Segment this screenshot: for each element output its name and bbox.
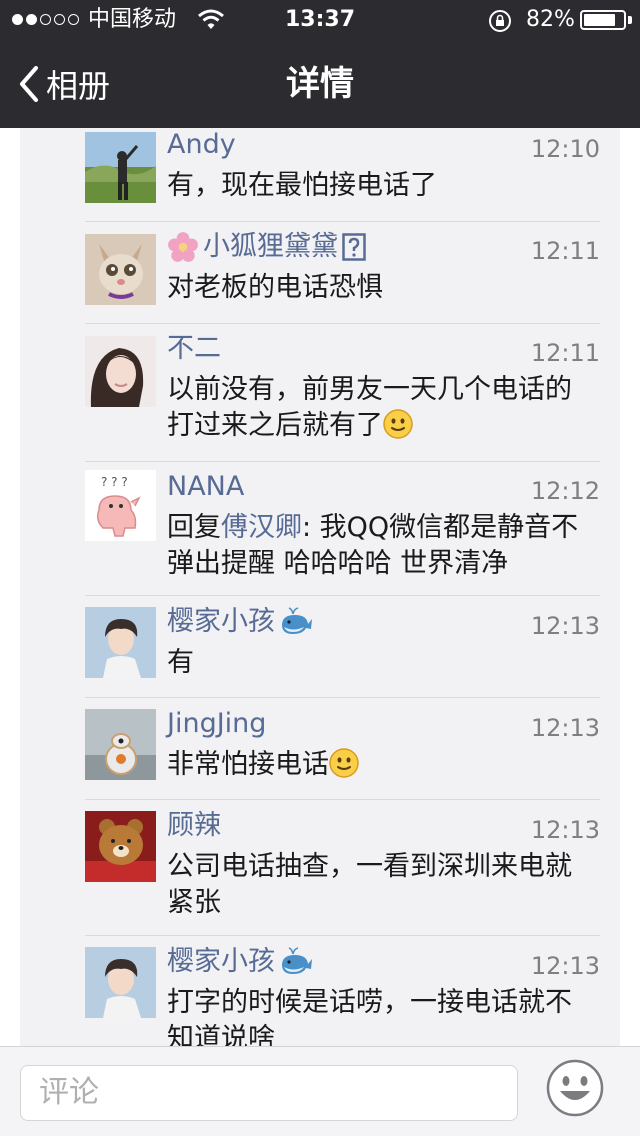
divider <box>85 461 600 462</box>
comment-author[interactable]: 不二 <box>167 332 221 366</box>
comment-time: 12:13 <box>530 952 600 980</box>
navigation-bar: 相册 详情 <box>0 40 640 128</box>
comment-item: 樱家小孩 12:13 打字的时候是话唠，一接电话就不知道说啥 <box>85 945 600 1046</box>
page-title: 详情 <box>286 64 354 104</box>
emoji-button-icon[interactable] <box>546 1059 604 1117</box>
whale-icon <box>282 607 312 634</box>
divider <box>85 935 600 936</box>
comment-input-bar: 评论 <box>0 1046 640 1136</box>
comment-input[interactable]: 评论 <box>20 1065 518 1121</box>
comment-time: 12:11 <box>530 237 600 265</box>
comment-text: 非常怕接电话 <box>167 747 597 783</box>
rotation-lock-icon <box>489 10 511 32</box>
battery-icon <box>580 10 626 30</box>
smile-emoji-icon <box>383 409 413 439</box>
comment-text: 打字的时候是话唠，一接电话就不知道说啥 <box>167 987 572 1046</box>
divider <box>85 595 600 596</box>
reply-target-name[interactable]: 傅汉卿 <box>221 512 302 543</box>
comment-item: ? ? ? NANA 12:12 回复傅汉卿: 我QQ微信都是静音不弹出提醒 哈… <box>85 470 600 598</box>
divider <box>85 697 600 698</box>
comment-item: JingJing 12:13 非常怕接电话 <box>85 707 600 800</box>
flower-icon <box>168 232 198 262</box>
status-bar: 中国移动 13:37 82% <box>0 0 640 40</box>
comment-item: Andy 12:10 有，现在最怕接电话了 <box>85 128 600 222</box>
comment-author[interactable]: 顾辣 <box>167 809 221 843</box>
avatar[interactable] <box>85 811 156 882</box>
comment-item: 樱家小孩 12:13 有 <box>85 605 600 698</box>
comment-text: 有 <box>167 647 194 678</box>
avatar[interactable] <box>85 336 156 407</box>
comment-time: 12:13 <box>530 612 600 640</box>
comment-author[interactable]: Andy <box>167 128 236 162</box>
avatar[interactable] <box>85 947 156 1018</box>
comment-item: 小狐狸黛黛 12:11 对老板的电话恐惧 <box>85 230 600 324</box>
top-bar: 中国移动 13:37 82% 相册 详情 <box>0 0 640 128</box>
whale-icon <box>282 947 312 974</box>
comment-time: 12:13 <box>530 714 600 742</box>
comment-text: 公司电话抽查，一看到深圳来电就紧张 <box>167 851 572 918</box>
comment-text: 以前没有，前男友一天几个电话的打过来之后就有了 <box>167 374 572 441</box>
avatar[interactable] <box>85 607 156 678</box>
comment-author[interactable]: 樱家小孩 <box>167 945 313 979</box>
avatar[interactable] <box>85 132 156 203</box>
avatar[interactable] <box>85 234 156 305</box>
svg-text:? ? ?: ? ? ? <box>101 475 128 489</box>
comment-author[interactable]: JingJing <box>167 707 266 741</box>
comment-author[interactable]: 小狐狸黛黛 <box>167 230 366 264</box>
comment-author[interactable]: 樱家小孩 <box>167 605 313 639</box>
comment-text: 回复傅汉卿: 我QQ微信都是静音不弹出提醒 哈哈哈哈 世界清净 <box>167 512 579 579</box>
comment-author[interactable]: NANA <box>167 470 244 504</box>
comment-text: 有，现在最怕接电话了 <box>167 170 437 201</box>
comment-list[interactable]: Andy 12:10 有，现在最怕接电话了 小狐狸黛黛 12:11 对老板的电话… <box>20 128 620 1046</box>
comment-item: 顾辣 12:13 公司电话抽查，一看到深圳来电就紧张 <box>85 809 600 937</box>
smile-emoji-icon <box>329 748 359 778</box>
comment-time: 12:10 <box>530 135 600 163</box>
divider <box>85 323 600 324</box>
comment-text: 对老板的电话恐惧 <box>167 272 383 303</box>
comment-time: 12:13 <box>530 816 600 844</box>
battery-percent: 82% <box>526 7 575 32</box>
divider <box>85 221 600 222</box>
divider <box>85 799 600 800</box>
avatar[interactable] <box>85 709 156 780</box>
unknown-glyph-icon <box>342 233 366 261</box>
comment-time: 12:11 <box>530 339 600 367</box>
avatar[interactable]: ? ? ? <box>85 470 156 541</box>
comment-time: 12:12 <box>530 477 600 505</box>
comment-item: 不二 12:11 以前没有，前男友一天几个电话的打过来之后就有了 <box>85 332 600 462</box>
